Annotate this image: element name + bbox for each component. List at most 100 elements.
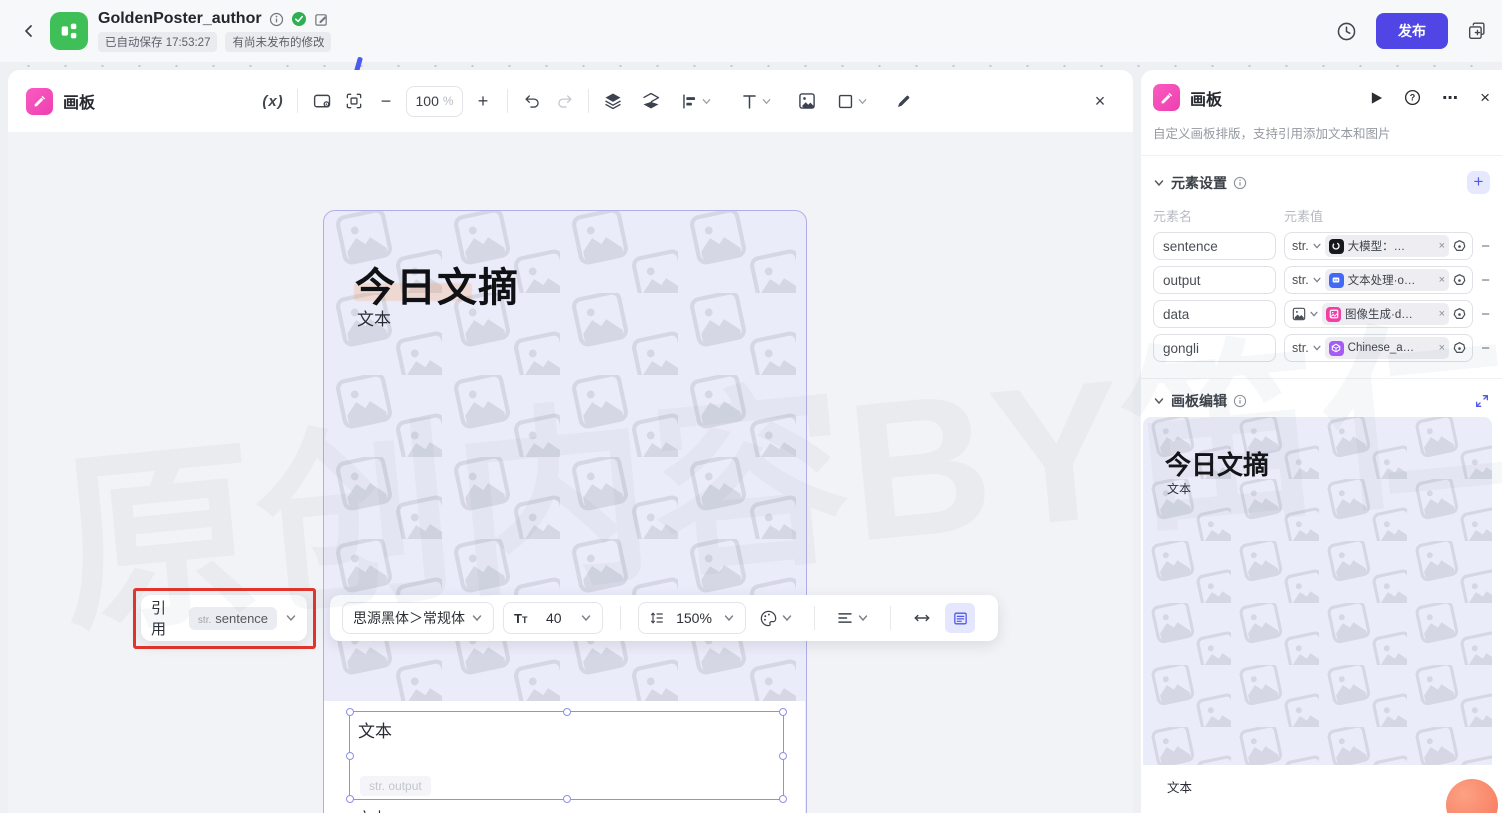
variables-button[interactable]: (x) [257, 85, 289, 117]
board-icon [26, 87, 53, 115]
remove-row-button[interactable]: − [1481, 306, 1490, 323]
element-name-input[interactable] [1153, 300, 1276, 328]
zoom-out-button[interactable]: − [370, 85, 402, 117]
node-settings-icon[interactable] [1452, 307, 1467, 322]
element-name-input[interactable] [1153, 266, 1276, 294]
element-value-select[interactable]: 图像生成·d… × [1284, 300, 1473, 328]
publish-button[interactable]: 发布 [1376, 13, 1448, 49]
node-settings-icon[interactable] [1452, 239, 1467, 254]
font-size-select[interactable]: TT 40 [503, 602, 603, 634]
column-header-name: 元素名 [1153, 209, 1193, 224]
reference-dropdown[interactable]: 引用 str. sentence [141, 595, 307, 641]
info-icon[interactable] [1233, 394, 1247, 408]
resize-handle[interactable] [346, 795, 354, 803]
help-icon[interactable]: ? [1404, 89, 1421, 106]
chevron-down-icon[interactable] [1153, 395, 1165, 407]
selected-text-element[interactable]: 文本 str. output [346, 708, 787, 803]
divider [814, 606, 815, 630]
chevron-down-icon[interactable] [1153, 177, 1165, 189]
text-format-toolbar: 思源黑体＞常规体 TT 40 150% [330, 595, 998, 641]
preview-title: 今日文摘 [1165, 450, 1270, 480]
expand-icon[interactable] [1474, 393, 1490, 409]
node-settings-icon[interactable] [1452, 273, 1467, 288]
fit-screen-button[interactable] [338, 85, 370, 117]
line-height-select[interactable]: 150% [638, 602, 746, 634]
pen-tool-button[interactable] [887, 85, 919, 117]
zoom-level-input[interactable]: 100% [406, 85, 464, 117]
remove-ref-icon[interactable]: × [1439, 274, 1445, 286]
more-icon[interactable]: ⋯ [1442, 88, 1459, 108]
resize-handle[interactable] [779, 752, 787, 760]
duplicate-window-icon[interactable] [1466, 20, 1488, 42]
remove-ref-icon[interactable]: × [1439, 342, 1445, 354]
poster-subtitle[interactable]: 文本 [357, 305, 391, 330]
edit-icon[interactable] [314, 12, 329, 27]
add-element-button[interactable]: + [1467, 171, 1490, 194]
line-height-icon [650, 612, 663, 624]
panel-description: 自定义画板排版，支持引用添加文本和图片 [1153, 127, 1391, 141]
zoom-in-button[interactable]: + [467, 85, 499, 117]
back-button[interactable] [14, 16, 44, 46]
chevron-down-icon [782, 615, 792, 622]
text-box-mode-button[interactable] [945, 603, 975, 633]
remove-ref-icon[interactable]: × [1439, 308, 1445, 320]
poster-card[interactable]: 今日文摘 文本 文本 str. output 文本 [323, 210, 807, 813]
close-panel-icon[interactable]: × [1480, 88, 1490, 108]
element-value-select[interactable]: str. 大模型：… × [1284, 232, 1473, 260]
resize-handle[interactable] [779, 708, 787, 716]
chevron-down-icon [724, 615, 734, 622]
align-objects-button[interactable] [673, 85, 719, 117]
info-icon[interactable] [1233, 176, 1247, 190]
resize-handle[interactable] [563, 708, 571, 716]
remove-row-button[interactable]: − [1481, 272, 1490, 289]
palette-icon [760, 610, 777, 626]
board-preview[interactable]: 今日文摘 文本 文本 [1143, 417, 1492, 813]
image-tool-button[interactable] [791, 85, 823, 117]
text-tool-button[interactable] [733, 85, 779, 117]
close-canvas-button[interactable]: × [1085, 91, 1115, 112]
selected-text: 文本 [358, 722, 392, 741]
resize-handle[interactable] [346, 752, 354, 760]
element-value-select[interactable]: str. 文本处理·o… × [1284, 266, 1473, 294]
divider [1141, 378, 1502, 379]
top-bar: GoldenPoster_author 已自动保存 17:53:27 有尚未发布… [0, 0, 1502, 62]
poster-bottom-text[interactable]: 文本 [357, 807, 387, 813]
shape-tool-button[interactable] [829, 85, 875, 117]
info-icon[interactable] [269, 12, 284, 27]
element-rows: str. 大模型：… × − str. 文本处理·o… × [1153, 232, 1490, 362]
history-icon[interactable] [1335, 20, 1358, 43]
divider [297, 89, 299, 113]
run-icon[interactable] [1370, 91, 1383, 105]
undo-button[interactable] [516, 85, 548, 117]
bring-forward-button[interactable] [597, 85, 629, 117]
node-settings-icon[interactable] [1452, 341, 1467, 356]
canvas-title: 画板 [63, 95, 96, 112]
auto-width-button[interactable] [908, 608, 936, 628]
resize-handle[interactable] [563, 795, 571, 803]
chevron-down-icon [581, 615, 591, 622]
reference-label: 引用 [151, 600, 167, 638]
element-name-input[interactable] [1153, 334, 1276, 362]
llm-node-icon [1328, 238, 1344, 254]
element-row-data: 图像生成·d… × − [1153, 300, 1490, 328]
preview-white-section [1143, 765, 1492, 813]
font-family-select[interactable]: 思源黑体＞常规体 [342, 602, 494, 634]
board-icon [1153, 84, 1180, 111]
remove-row-button[interactable]: − [1481, 238, 1490, 255]
panel-title: 画板 [1190, 91, 1223, 109]
redo-button[interactable] [548, 85, 580, 117]
text-align-button[interactable] [832, 609, 873, 627]
element-value-select[interactable]: str. Chinese_a… × [1284, 334, 1473, 362]
element-name-input[interactable] [1153, 232, 1276, 260]
chevron-down-icon [286, 615, 296, 622]
resize-handle[interactable] [779, 795, 787, 803]
remove-row-button[interactable]: − [1481, 340, 1490, 357]
remove-ref-icon[interactable]: × [1439, 240, 1445, 252]
chevron-down-icon [1313, 277, 1321, 283]
canvas-settings-button[interactable] [306, 85, 338, 117]
send-backward-button[interactable] [635, 85, 667, 117]
verified-icon [291, 12, 306, 26]
canvas-area[interactable]: 今日文摘 文本 文本 str. output 文本 [8, 132, 1133, 813]
resize-handle[interactable] [346, 708, 354, 716]
text-color-button[interactable] [755, 609, 797, 628]
